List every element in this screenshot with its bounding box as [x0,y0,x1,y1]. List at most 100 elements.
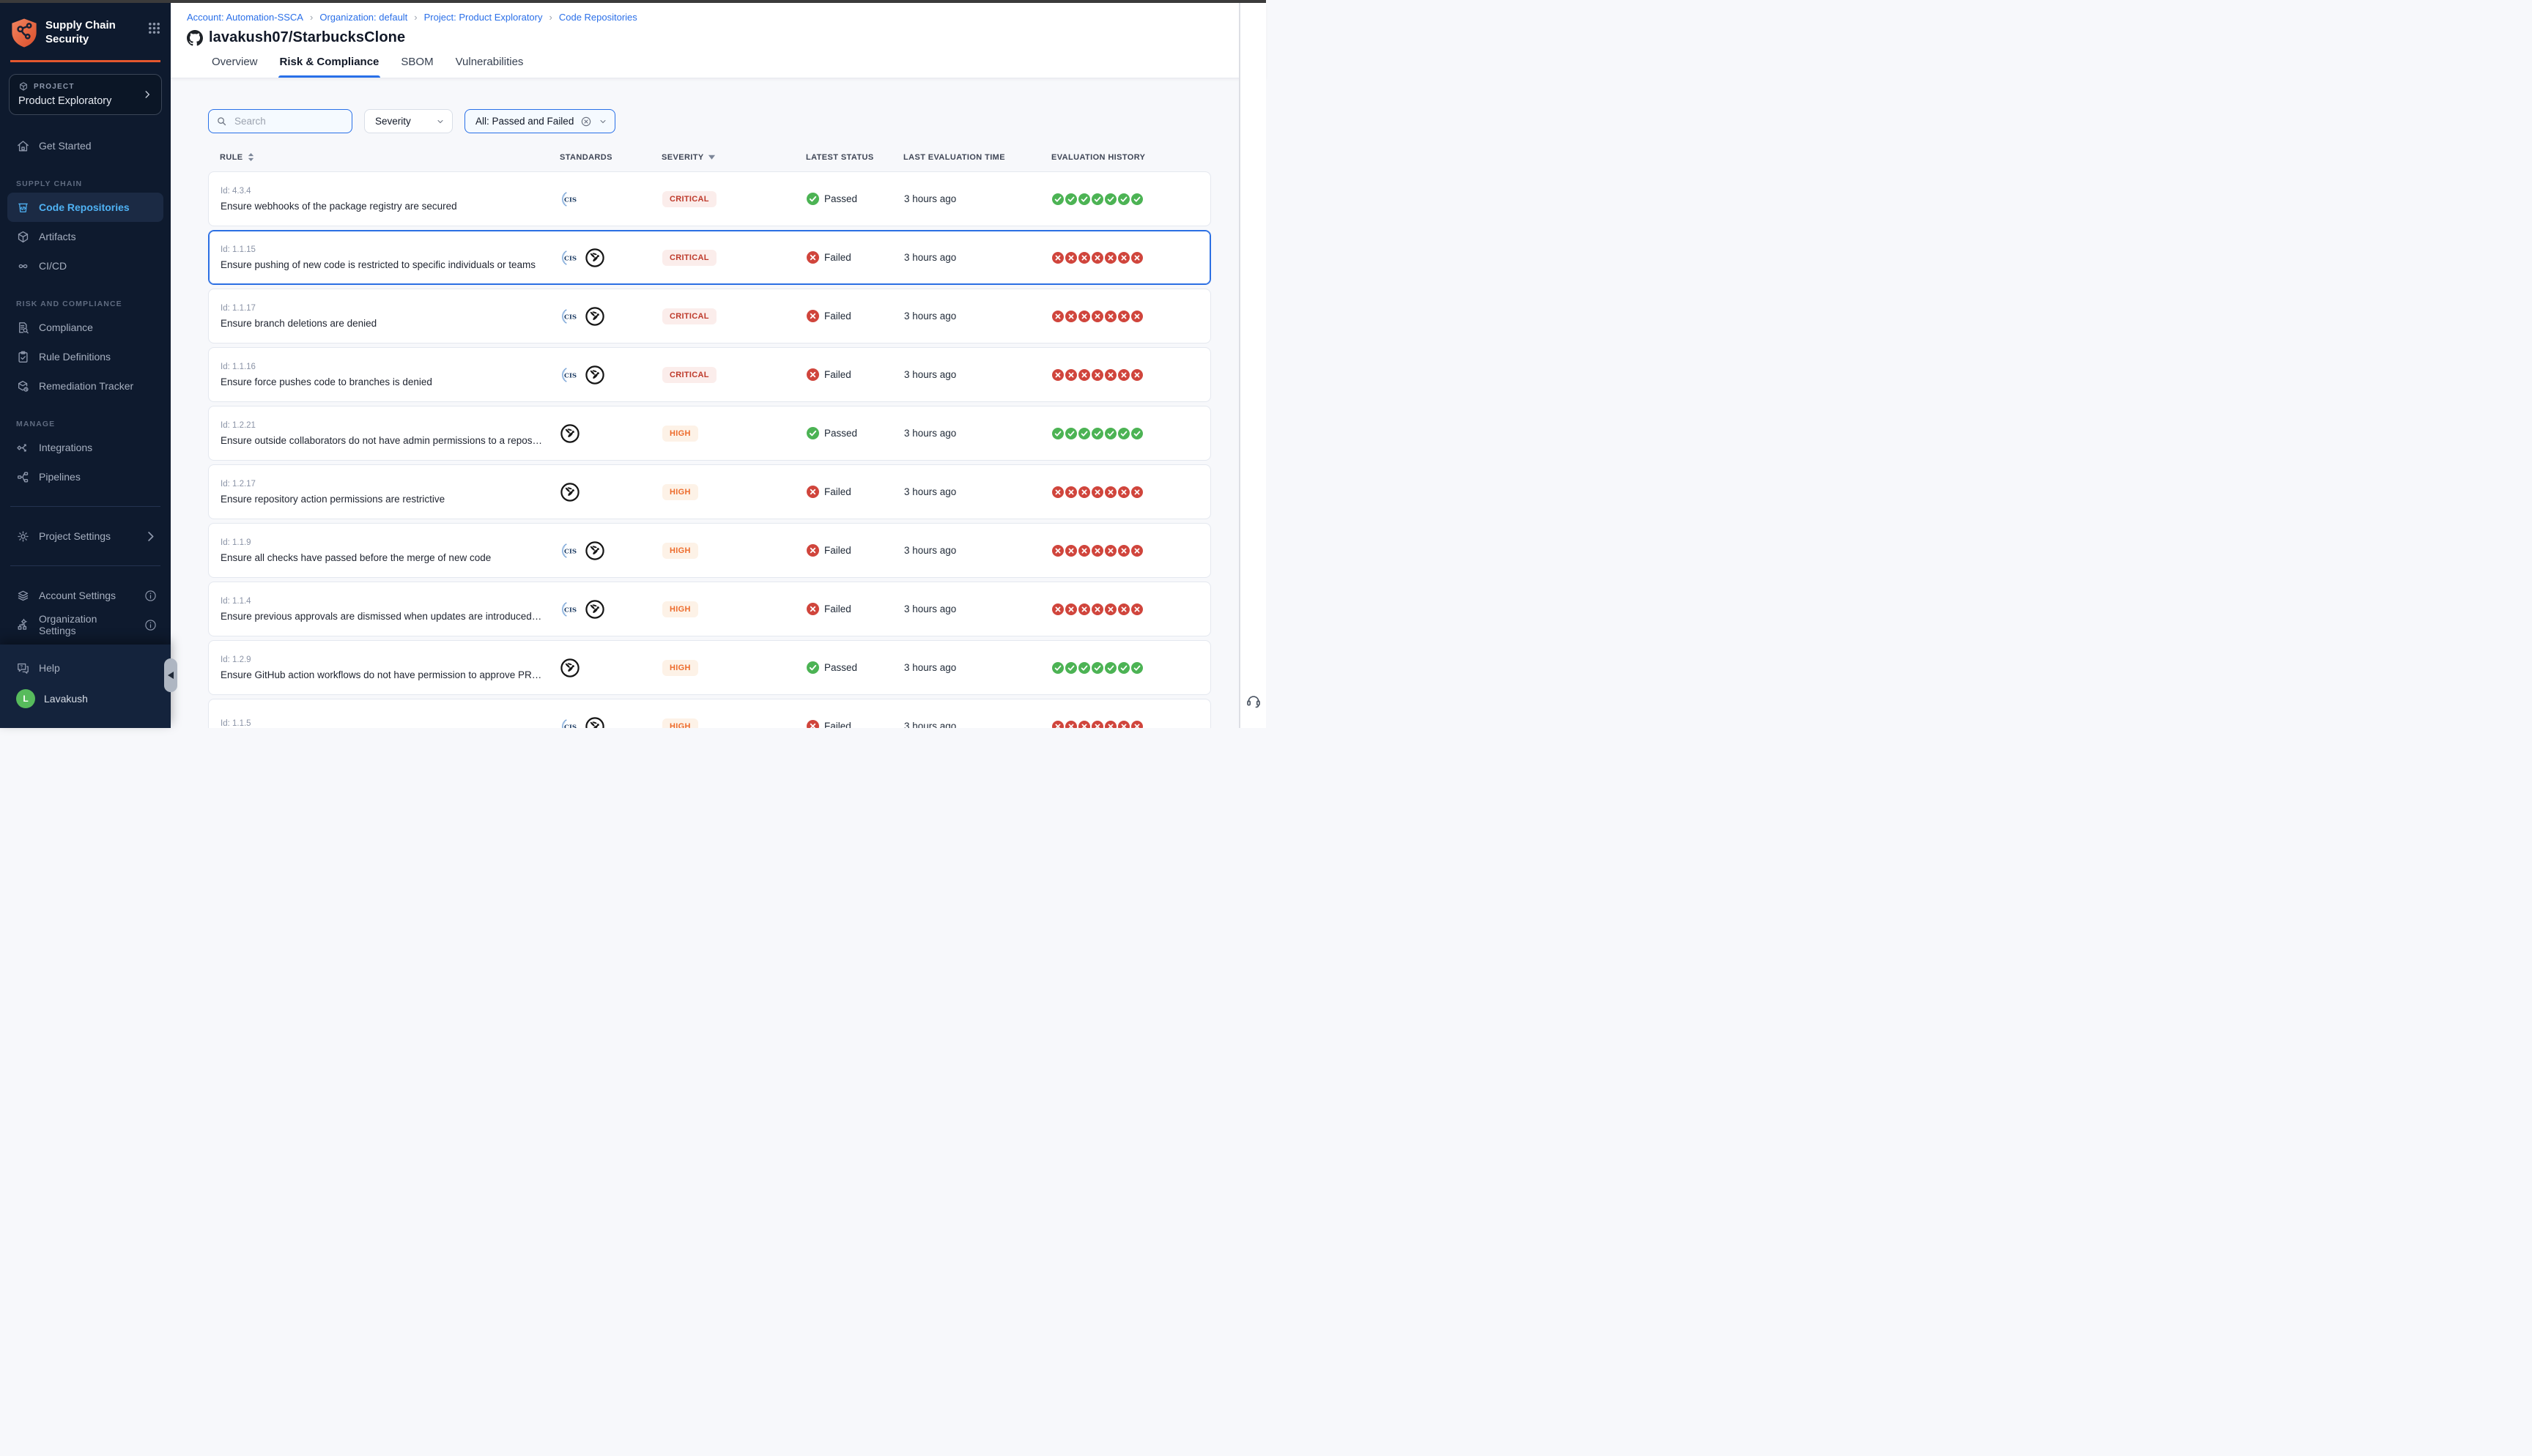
rule-description: Ensure outside collaborators do not have… [221,435,553,446]
column-header-rule[interactable]: RULE [220,152,552,162]
cis-standard-icon: CIS [560,248,580,267]
breadcrumb-link[interactable]: Organization: default [319,12,407,23]
sidebar-item-ci-cd[interactable]: CI/CD [0,251,171,281]
tab-risk-compliance[interactable]: Risk & Compliance [280,56,380,78]
info-icon[interactable] [144,589,158,603]
rule-description: Ensure previous approvals are dismissed … [221,611,553,622]
table-row[interactable]: Id: 1.1.9 Ensure all checks have passed … [208,523,1211,578]
history-pass-icon [1052,662,1064,674]
project-selector[interactable]: PROJECT Product Exploratory [9,74,162,115]
clear-filter-icon[interactable] [580,116,592,127]
history-fail-icon [1052,721,1064,729]
tab-vulnerabilities[interactable]: Vulnerabilities [456,56,524,78]
severity-badge: HIGH [662,601,698,617]
user-menu[interactable]: L Lavakush [0,683,171,715]
standards-cell [553,483,656,502]
svg-text:CIS: CIS [564,372,577,379]
table-row[interactable]: Id: 1.2.21 Ensure outside collaborators … [208,406,1211,461]
support-headset-icon[interactable] [1245,693,1262,709]
status-filter-chip[interactable]: All: Passed and Failed [464,109,615,133]
column-header-severity[interactable]: SEVERITY [655,153,794,162]
sort-icon[interactable] [247,152,255,162]
rule-id: Id: 1.2.9 [221,655,553,664]
sidebar-item-label: Integrations [39,442,92,453]
grid-apps-icon[interactable] [148,18,160,34]
sidebar-item-label: Get Started [39,140,92,152]
avatar: L [16,689,35,708]
sidebar-item-account-settings[interactable]: Account Settings [0,581,171,610]
history-fail-icon [1118,369,1130,381]
table-row[interactable]: Id: 1.1.4 Ensure previous approvals are … [208,582,1211,636]
cis-standard-icon: CIS [560,190,580,209]
sidebar-item-remediation-tracker[interactable]: Remediation Tracker [0,371,171,401]
info-icon[interactable] [144,618,158,632]
remediation-tracker-icon [16,379,30,393]
home-icon [16,139,30,153]
owasp-standard-icon [585,307,604,326]
history-fail-icon [1092,721,1103,729]
breadcrumb-link[interactable]: Code Repositories [559,12,637,23]
status-icon [807,251,819,264]
sidebar-item-project-settings[interactable]: Project Settings [0,521,171,551]
history-pass-icon [1065,193,1077,205]
history-pass-icon [1092,428,1103,439]
rule-definitions-icon [16,350,30,364]
evaluation-history [1044,252,1212,264]
sidebar-item-integrations[interactable]: Integrations [0,433,171,462]
tab-sbom[interactable]: SBOM [401,56,433,78]
sidebar-item-organization-settings[interactable]: Organization Settings [0,610,171,639]
evaluation-history [1044,428,1212,439]
rule-id: Id: 1.1.5 [221,719,553,728]
rule-description: Ensure all checks have passed before the… [221,552,553,563]
sidebar-item-label: Artifacts [39,231,76,242]
sidebar-item-artifacts[interactable]: Artifacts [0,222,171,251]
tab-overview[interactable]: Overview [212,56,258,78]
sidebar-item-pipelines[interactable]: Pipelines [0,462,171,491]
table-row[interactable]: Id: 1.2.9 Ensure GitHub action workflows… [208,640,1211,695]
search-input[interactable] [233,115,344,127]
evaluation-time: 3 hours ago [897,545,1044,556]
table-row[interactable]: Id: 1.1.15 Ensure pushing of new code is… [208,230,1211,285]
rule-cell: Id: 4.3.4 Ensure webhooks of the package… [221,187,553,212]
history-pass-icon [1052,428,1064,439]
history-fail-icon [1092,486,1103,498]
history-fail-icon [1065,603,1077,615]
sidebar-item-help[interactable]: ? Help [0,653,171,683]
evaluation-history [1044,311,1212,322]
sidebar-item-code-repositories[interactable]: Code Repositories [7,193,163,222]
table-row[interactable]: Id: 1.1.17 Ensure branch deletions are d… [208,289,1211,343]
status-icon [807,603,819,615]
history-pass-icon [1065,662,1077,674]
history-fail-icon [1065,486,1077,498]
history-fail-icon [1052,603,1064,615]
sidebar-item-get-started[interactable]: Get Started [0,131,171,160]
svg-text:CIS: CIS [564,255,577,262]
table-row[interactable]: Id: 1.1.16 Ensure force pushes code to b… [208,347,1211,402]
table-row[interactable]: Id: 1.1.5 CIS HIGH Failed 3 hours ago [208,699,1211,728]
history-fail-icon [1131,252,1143,264]
breadcrumb-link[interactable]: Account: Automation-SSCA [187,12,303,23]
sidebar-collapse-handle[interactable] [164,658,177,692]
sidebar: Supply Chain Security PROJECT [0,3,171,728]
evaluation-history [1044,545,1212,557]
table-row[interactable]: Id: 4.3.4 Ensure webhooks of the package… [208,171,1211,226]
evaluation-history [1044,369,1212,381]
severity-filter-dropdown[interactable]: Severity [364,109,453,133]
sidebar-item-compliance[interactable]: Compliance [0,313,171,342]
standards-cell: CIS [553,365,656,385]
history-fail-icon [1118,545,1130,557]
filter-bar: Severity All: Passed and Failed [208,109,1266,133]
table-row[interactable]: Id: 1.2.17 Ensure repository action perm… [208,464,1211,519]
rule-cell: Id: 1.2.17 Ensure repository action perm… [221,480,553,505]
history-fail-icon [1131,369,1143,381]
pipelines-icon [16,470,30,484]
breadcrumb-link[interactable]: Project: Product Exploratory [424,12,543,23]
history-fail-icon [1078,369,1090,381]
tab-bar: Overview Risk & Compliance SBOM Vulnerabili… [212,56,1266,78]
history-fail-icon [1092,252,1103,264]
sidebar-item-label: Code Repositories [39,201,130,213]
github-icon [187,30,203,46]
sidebar-item-rule-definitions[interactable]: Rule Definitions [0,342,171,371]
evaluation-time: 3 hours ago [897,428,1044,439]
breadcrumb-separator: › [310,12,313,23]
